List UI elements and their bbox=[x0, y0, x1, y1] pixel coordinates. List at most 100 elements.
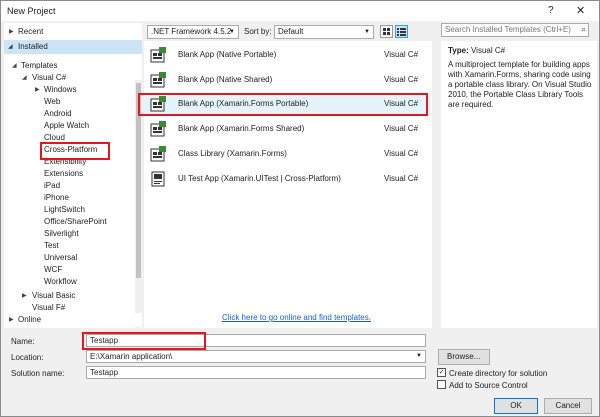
template-tree: ▶ Recent ◢ Installed ◢ Templates ◢ Visua… bbox=[4, 23, 142, 330]
tree-installed[interactable]: ◢ Installed bbox=[4, 40, 142, 54]
template-name: Blank App (Native Portable) bbox=[178, 50, 277, 59]
template-name: Blank App (Native Shared) bbox=[178, 75, 273, 84]
template-name: Blank App (Xamarin.Forms Shared) bbox=[178, 124, 305, 133]
add-source-control-label: Add to Source Control bbox=[449, 381, 528, 390]
tree-item-web[interactable]: Web bbox=[44, 96, 60, 108]
framework-select[interactable]: .NET Framework 4.5.2 ▼ bbox=[147, 25, 239, 39]
description-text: A multiproject template for building app… bbox=[448, 60, 592, 109]
csharp-project-icon bbox=[150, 96, 166, 112]
cancel-button[interactable]: Cancel bbox=[544, 398, 592, 414]
tree-item-lightswitch[interactable]: LightSwitch bbox=[44, 204, 85, 216]
list-scrollbar[interactable] bbox=[432, 41, 439, 328]
tree-item-label: Windows bbox=[44, 85, 77, 94]
tree-item-cloud[interactable]: Cloud bbox=[44, 132, 65, 144]
tree-item-office-sharepoint[interactable]: Office/SharePoint bbox=[44, 216, 107, 228]
search-icon[interactable]: ⌕ bbox=[582, 24, 586, 36]
template-description: Type: Visual C# A multiproject template … bbox=[441, 41, 597, 328]
tree-item-test[interactable]: Test bbox=[44, 240, 59, 252]
expand-arrow-icon[interactable]: ▶ bbox=[35, 84, 40, 96]
expand-arrow-icon[interactable]: ▶ bbox=[22, 290, 27, 302]
tree-templates-label: Templates bbox=[21, 61, 58, 70]
scrollbar-thumb[interactable] bbox=[136, 83, 141, 278]
template-name: Blank App (Xamarin.Forms Portable) bbox=[178, 99, 309, 108]
template-item[interactable]: Blank App (Native Portable) Visual C# bbox=[144, 44, 431, 66]
template-item[interactable]: Blank App (Xamarin.Forms Shared) Visual … bbox=[144, 118, 431, 140]
template-language: Visual C# bbox=[384, 149, 419, 158]
location-field[interactable]: E:\Xamarin application\ ▼ bbox=[86, 350, 426, 363]
name-label: Name: bbox=[11, 337, 35, 346]
template-language: Visual C# bbox=[384, 174, 419, 183]
template-item[interactable]: Blank App (Native Shared) Visual C# bbox=[144, 69, 431, 91]
template-name: Class Library (Xamarin.Forms) bbox=[178, 149, 287, 158]
template-language: Visual C# bbox=[384, 124, 419, 133]
template-name: UI Test App (Xamarin.UITest | Cross-Plat… bbox=[178, 174, 341, 183]
list-view-icon bbox=[397, 28, 406, 36]
list-view-button[interactable] bbox=[395, 25, 408, 38]
tree-visual-fsharp[interactable]: Visual F# bbox=[32, 302, 65, 310]
expand-arrow-icon[interactable]: ▶ bbox=[9, 26, 14, 38]
collapse-arrow-icon[interactable]: ◢ bbox=[22, 72, 27, 84]
help-button[interactable]: ? bbox=[548, 5, 554, 16]
chevron-down-icon[interactable]: ▼ bbox=[416, 351, 422, 362]
csharp-project-icon bbox=[150, 72, 166, 88]
csharp-project-icon bbox=[150, 121, 166, 137]
location-label: Location: bbox=[11, 353, 44, 362]
template-item[interactable]: UI Test App (Xamarin.UITest | Cross-Plat… bbox=[144, 168, 431, 190]
template-item[interactable]: Class Library (Xamarin.Forms) Visual C# bbox=[144, 143, 431, 165]
tree-item-wcf[interactable]: WCF bbox=[44, 264, 62, 276]
framework-value: .NET Framework 4.5.2 bbox=[151, 27, 232, 36]
chevron-down-icon: ▼ bbox=[364, 29, 370, 35]
tree-visual-csharp-label: Visual C# bbox=[32, 73, 67, 82]
tree-item-silverlight[interactable]: Silverlight bbox=[44, 228, 79, 240]
name-field[interactable]: Testapp bbox=[86, 334, 426, 347]
tree-recent-label: Recent bbox=[18, 27, 44, 36]
chevron-down-icon: ▼ bbox=[229, 29, 235, 35]
collapse-arrow-icon[interactable]: ◢ bbox=[8, 43, 13, 50]
tree-item-extensions[interactable]: Extensions bbox=[44, 168, 83, 180]
tree-item-universal[interactable]: Universal bbox=[44, 252, 77, 264]
ok-button[interactable]: OK bbox=[494, 398, 538, 414]
csharp-project-icon bbox=[150, 146, 166, 162]
csharp-project-icon bbox=[150, 47, 166, 63]
test-project-icon bbox=[151, 171, 165, 187]
grid-view-icon bbox=[383, 28, 390, 35]
sort-select[interactable]: Default ▼ bbox=[274, 25, 374, 39]
tree-item-apple-watch[interactable]: Apple Watch bbox=[44, 120, 89, 132]
close-button[interactable]: ✕ bbox=[576, 4, 585, 17]
location-value: E:\Xamarin application\ bbox=[90, 352, 173, 361]
type-label: Type: bbox=[448, 46, 469, 55]
type-value: Visual C# bbox=[470, 46, 506, 55]
new-project-dialog: New Project ? ✕ ▶ Recent ◢ Installed ◢ T… bbox=[0, 0, 600, 417]
create-directory-checkbox[interactable]: ✓ bbox=[437, 368, 446, 377]
collapse-arrow-icon[interactable]: ◢ bbox=[12, 60, 17, 72]
expand-arrow-icon[interactable]: ▶ bbox=[9, 316, 14, 323]
sort-by-label: Sort by: bbox=[244, 27, 272, 36]
search-placeholder: Search Installed Templates (Ctrl+E) bbox=[445, 25, 571, 34]
tree-item-iphone[interactable]: iPhone bbox=[44, 192, 69, 204]
online-templates-link[interactable]: Click here to go online and find templat… bbox=[222, 313, 371, 322]
template-item-selected[interactable]: Blank App (Xamarin.Forms Portable) Visua… bbox=[144, 93, 431, 115]
template-language: Visual C# bbox=[384, 99, 419, 108]
template-list: Blank App (Native Portable) Visual C# Bl… bbox=[144, 41, 439, 328]
title-bar: New Project ? ✕ bbox=[1, 1, 599, 21]
sort-value: Default bbox=[278, 27, 304, 36]
template-language: Visual C# bbox=[384, 75, 419, 84]
add-source-control-checkbox[interactable] bbox=[437, 380, 446, 389]
solution-name-field[interactable]: Testapp bbox=[86, 366, 426, 379]
tree-installed-label: Installed bbox=[18, 42, 48, 51]
tree-scrollbar[interactable] bbox=[135, 80, 142, 330]
tree-visual-basic-label: Visual Basic bbox=[32, 291, 76, 300]
tree-online[interactable]: ▶ Online bbox=[4, 313, 142, 327]
small-icons-view-button[interactable] bbox=[380, 25, 393, 38]
tree-item-ipad[interactable]: iPad bbox=[44, 180, 60, 192]
tree-item-cross-platform[interactable]: Cross-Platform bbox=[44, 144, 97, 156]
create-directory-label: Create directory for solution bbox=[449, 369, 548, 378]
search-input[interactable]: Search Installed Templates (Ctrl+E) ⌕ bbox=[441, 23, 589, 37]
tree-item-workflow[interactable]: Workflow bbox=[44, 276, 77, 288]
tree-online-label: Online bbox=[18, 315, 42, 324]
type-line: Type: Visual C# bbox=[448, 46, 505, 55]
tree-item-extensibility[interactable]: Extensibility bbox=[44, 156, 86, 168]
tree-item-android[interactable]: Android bbox=[44, 108, 72, 120]
browse-button[interactable]: Browse... bbox=[438, 349, 490, 365]
window-title: New Project bbox=[7, 6, 56, 16]
